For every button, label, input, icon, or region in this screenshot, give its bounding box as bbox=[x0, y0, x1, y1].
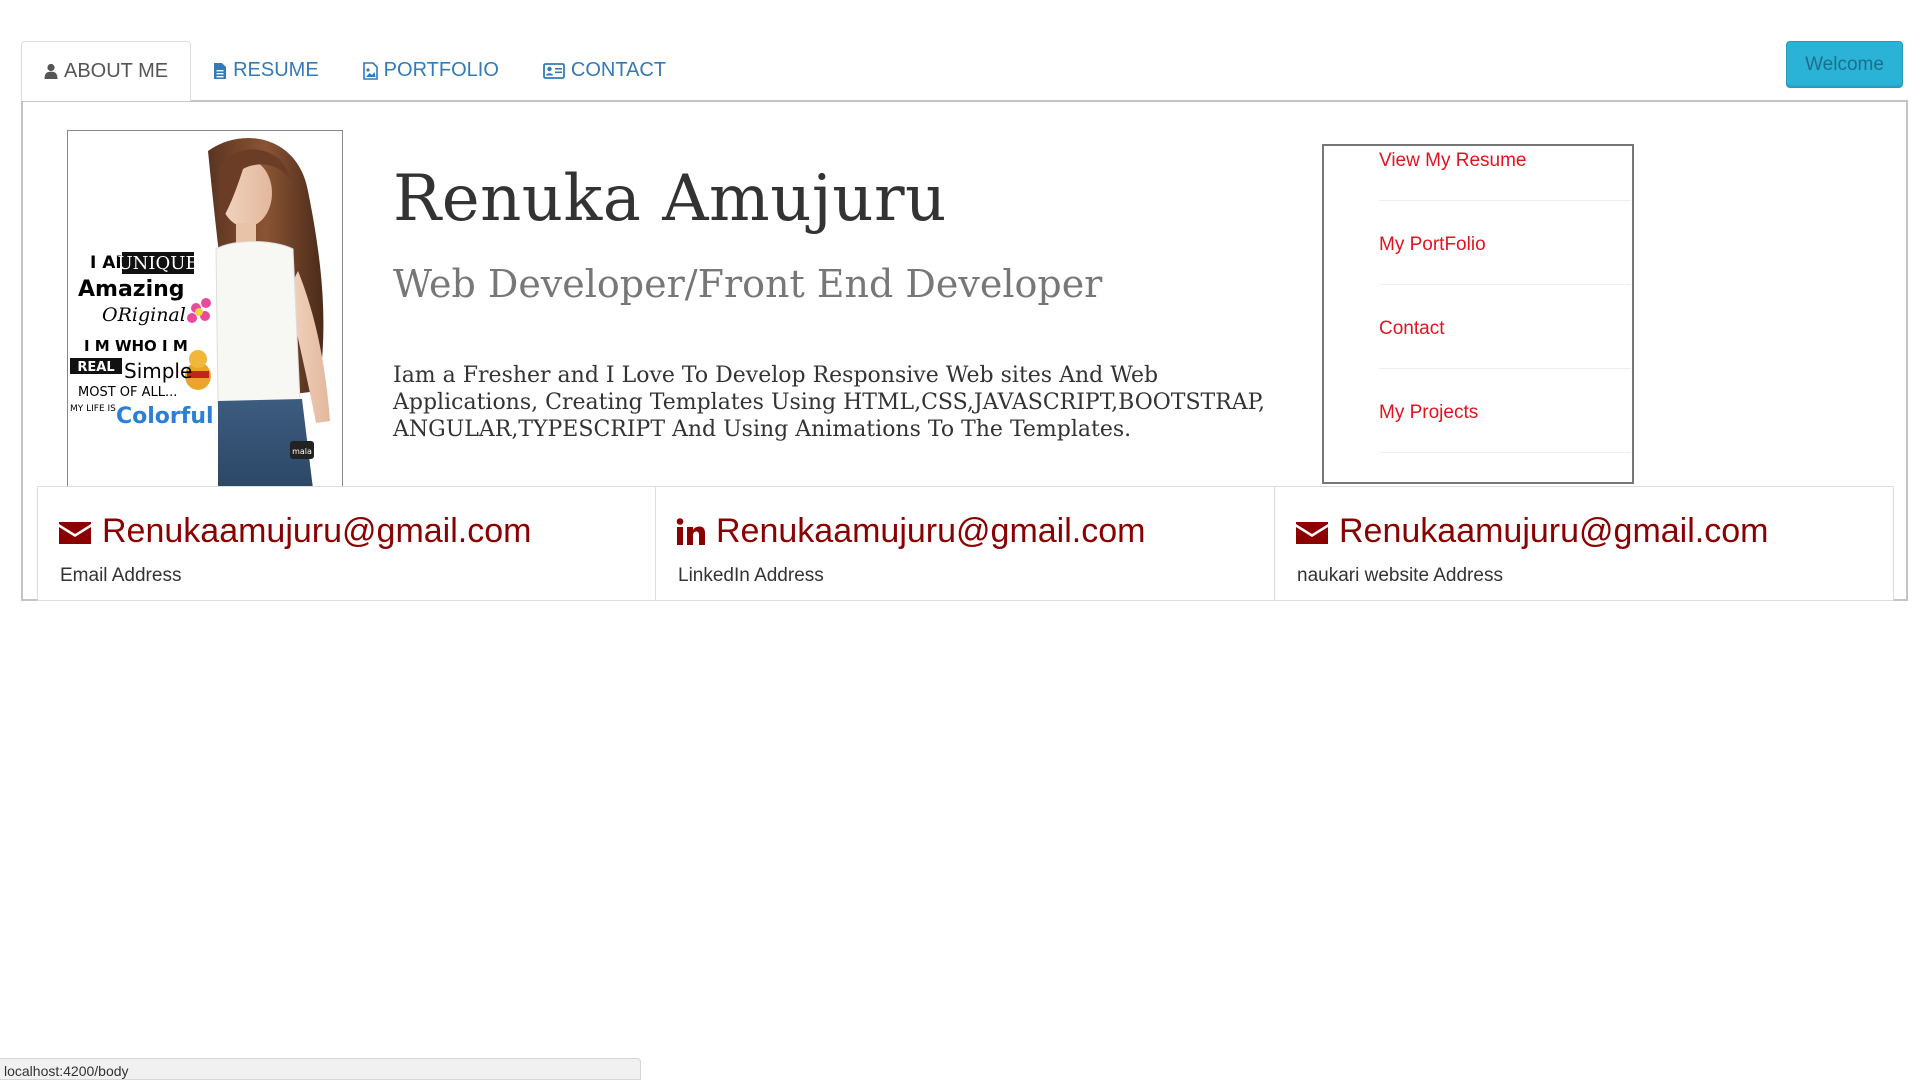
contact-linkedin-line[interactable]: Renukaamujuru@gmail.com bbox=[676, 512, 1145, 551]
menu-divider bbox=[1379, 284, 1631, 285]
contact-value: Renukaamujuru@gmail.com bbox=[1339, 512, 1769, 550]
photo-text-real: REAL bbox=[77, 360, 114, 375]
file-text-icon bbox=[213, 62, 227, 80]
id-card-icon bbox=[542, 62, 565, 79]
contact-label: Email Address bbox=[60, 565, 182, 586]
tab-resume[interactable]: RESUME bbox=[191, 41, 341, 100]
profile-title: Web Developer/Front End Developer bbox=[393, 262, 1103, 306]
envelope-icon bbox=[58, 519, 92, 545]
photo-text-whoim: I M WHO I M bbox=[84, 337, 188, 355]
menu-item-portfolio[interactable]: My PortFolio bbox=[1379, 234, 1631, 256]
user-icon bbox=[44, 63, 58, 79]
tab-label: CONTACT bbox=[570, 59, 667, 81]
tab-label: ABOUT ME bbox=[64, 59, 169, 82]
tab-about-me[interactable]: ABOUT ME bbox=[21, 41, 192, 101]
photo-text-mostofall: MOST OF ALL... bbox=[78, 385, 177, 400]
contact-value: Renukaamujuru@gmail.com bbox=[102, 512, 532, 550]
contact-email-line[interactable]: Renukaamujuru@gmail.com bbox=[58, 512, 531, 551]
tab-label: PORTFOLIO bbox=[383, 59, 499, 81]
photo-badge-text: mala bbox=[292, 447, 312, 456]
menu-item-contact[interactable]: Contact bbox=[1379, 318, 1631, 340]
tab-contact[interactable]: CONTACT bbox=[521, 41, 688, 100]
contact-card-email: Renukaamujuru@gmail.com Email Address bbox=[38, 487, 656, 600]
nav-tabs: ABOUT ME RESUME PORTFOLIO CONTACT bbox=[21, 41, 688, 101]
image-icon bbox=[362, 61, 378, 80]
contact-card-naukri: Renukaamujuru@gmail.com naukari website … bbox=[1275, 487, 1893, 600]
contact-label: LinkedIn Address bbox=[678, 565, 824, 586]
envelope-icon bbox=[1295, 519, 1329, 545]
menu-divider bbox=[1379, 368, 1631, 369]
menu-item-projects[interactable]: My Projects bbox=[1379, 402, 1631, 424]
linkedin-icon bbox=[676, 517, 706, 546]
contact-cards: Renukaamujuru@gmail.com Email Address Re… bbox=[37, 486, 1894, 601]
contact-label: naukari website Address bbox=[1297, 565, 1503, 586]
contact-value: Renukaamujuru@gmail.com bbox=[716, 512, 1146, 550]
contact-card-linkedin: Renukaamujuru@gmail.com LinkedIn Address bbox=[656, 487, 1275, 600]
profile-photo: mala I AM UNIQUE Amazing ORiginal I M WH… bbox=[67, 130, 343, 496]
profile-bio: Iam a Fresher and I Love To Develop Resp… bbox=[393, 363, 1266, 442]
photo-text-simple: Simple bbox=[124, 359, 192, 383]
menu-item-view-resume[interactable]: View My Resume bbox=[1379, 150, 1631, 172]
photo-text-mylifeis: MY LIFE IS bbox=[70, 404, 116, 414]
photo-text-unique: UNIQUE bbox=[117, 253, 198, 274]
about-panel: mala I AM UNIQUE Amazing ORiginal I M WH… bbox=[21, 100, 1908, 601]
tab-label: RESUME bbox=[233, 59, 319, 81]
contact-naukri-line[interactable]: Renukaamujuru@gmail.com bbox=[1295, 512, 1768, 551]
menu-divider bbox=[1379, 452, 1631, 453]
tab-portfolio[interactable]: PORTFOLIO bbox=[341, 41, 521, 100]
status-bar-url: localhost:4200/body bbox=[0, 1058, 641, 1080]
menu-divider bbox=[1379, 200, 1631, 201]
welcome-button[interactable]: Welcome bbox=[1786, 41, 1903, 88]
photo-text-original: ORiginal bbox=[102, 304, 186, 326]
profile-name: Renuka Amujuru bbox=[393, 162, 947, 236]
photo-text-colorful: Colorful bbox=[116, 404, 214, 429]
quick-links-menu: View My Resume My PortFolio Contact My P… bbox=[1322, 144, 1634, 484]
photo-text-amazing: Amazing bbox=[78, 277, 185, 302]
